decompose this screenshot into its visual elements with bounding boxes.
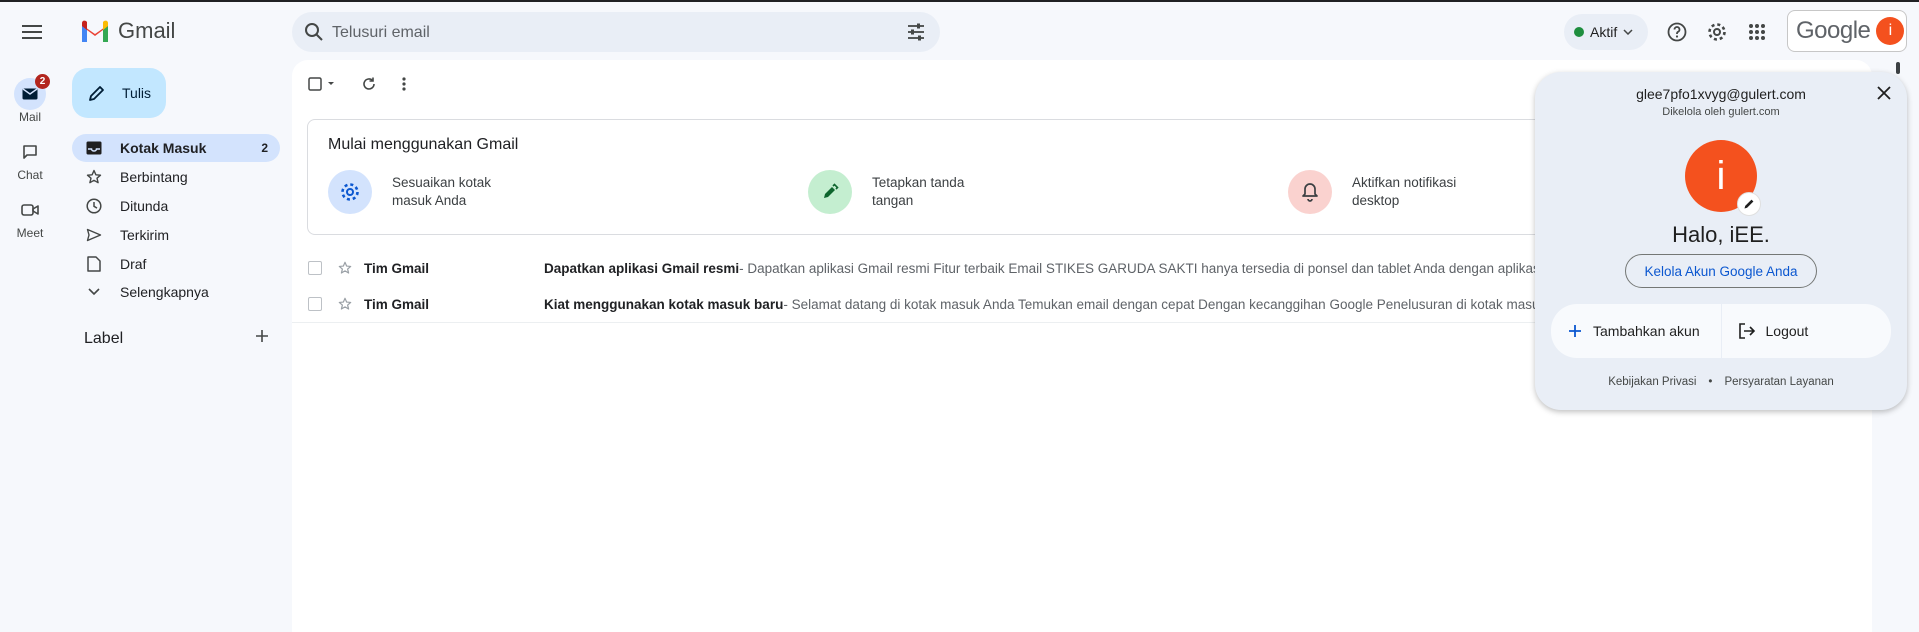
hamburger-icon xyxy=(22,25,42,39)
nav-drafts[interactable]: Draf xyxy=(72,250,280,278)
star-icon[interactable] xyxy=(338,297,352,311)
nav-label: Kotak Masuk xyxy=(120,140,207,156)
logout-button[interactable]: Logout xyxy=(1722,304,1892,358)
refresh-icon[interactable] xyxy=(361,74,377,94)
privacy-link[interactable]: Kebijakan Privasi xyxy=(1608,376,1696,388)
nav-label: Draf xyxy=(120,256,147,272)
google-account-button[interactable]: Google i xyxy=(1787,10,1907,52)
feature-text: Sesuaikan kotak masuk Anda xyxy=(392,175,492,208)
star-icon xyxy=(84,169,104,185)
nav-label: Terkirim xyxy=(120,227,169,243)
terms-link[interactable]: Persyaratan Layanan xyxy=(1724,376,1833,388)
logout-icon xyxy=(1738,323,1755,339)
add-account-label: Tambahkan akun xyxy=(1593,323,1700,339)
status-dot xyxy=(1574,27,1584,37)
scrollbar[interactable] xyxy=(1896,62,1900,74)
help-icon[interactable] xyxy=(1663,18,1691,46)
feature-text: Tetapkan tanda tangan xyxy=(872,175,965,208)
clock-icon xyxy=(84,198,104,214)
feature-customize-inbox[interactable]: Sesuaikan kotak masuk Anda xyxy=(328,170,512,214)
account-email: glee7pfo1xvyg@gulert.com xyxy=(1636,86,1806,102)
account-popup: glee7pfo1xvyg@gulert.com Dikelola oleh g… xyxy=(1535,72,1907,410)
search-input[interactable] xyxy=(330,12,874,54)
mail-icon: 2 xyxy=(14,74,50,110)
nav-label: Ditunda xyxy=(120,198,169,214)
email-snippet: - Dapatkan aplikasi Gmail resmi Fitur te… xyxy=(739,260,1619,276)
gmail-m-icon xyxy=(82,20,108,42)
inbox-icon xyxy=(84,141,104,155)
chevron-down-icon xyxy=(84,288,104,296)
status-label: Aktif xyxy=(1590,24,1618,40)
rail-chat[interactable]: Chat xyxy=(0,136,60,182)
nav-label: Selengkapnya xyxy=(120,284,209,300)
email-sender: Tim Gmail xyxy=(364,260,430,276)
avatar: i xyxy=(1876,17,1905,45)
star-icon[interactable] xyxy=(338,261,352,275)
unread-count: 2 xyxy=(261,141,268,155)
chevron-down-icon xyxy=(1623,29,1633,35)
card-title: Mulai menggunakan Gmail xyxy=(328,136,519,153)
compose-label: Tulis xyxy=(122,85,152,101)
feature-notifications[interactable]: Aktifkan notifikasi desktop xyxy=(1288,170,1472,214)
row-checkbox[interactable] xyxy=(308,261,322,275)
main-menu-button[interactable] xyxy=(18,18,46,46)
gmail-logo[interactable]: Gmail xyxy=(80,18,175,44)
managed-by-text: Dikelola oleh gulert.com xyxy=(1662,106,1780,118)
email-subject: Kiat menggunakan kotak masuk baru xyxy=(544,296,784,312)
rail-label: Mail xyxy=(18,110,41,124)
status-selector[interactable]: Aktif xyxy=(1564,14,1648,50)
plus-icon xyxy=(1569,325,1581,337)
manage-account-button[interactable]: Kelola Akun Google Anda xyxy=(1625,254,1817,288)
pen-icon xyxy=(808,170,852,214)
nav-snoozed[interactable]: Ditunda xyxy=(72,192,280,220)
nav-sent[interactable]: Terkirim xyxy=(72,221,280,249)
feature-text: Aktifkan notifikasi desktop xyxy=(1352,175,1457,208)
more-vert-icon[interactable] xyxy=(401,74,407,94)
compose-button[interactable]: Tulis xyxy=(72,68,166,118)
rail-meet[interactable]: Meet xyxy=(0,194,60,240)
rail-mail[interactable]: 2 Mail xyxy=(0,74,60,124)
labels-heading: Label xyxy=(84,330,124,347)
bell-icon xyxy=(1288,170,1332,214)
email-subject: Dapatkan aplikasi Gmail resmi xyxy=(544,260,740,276)
email-sender: Tim Gmail xyxy=(364,296,430,312)
send-icon xyxy=(84,228,104,242)
apps-grid-icon[interactable] xyxy=(1743,18,1771,46)
nav-inbox[interactable]: Kotak Masuk 2 xyxy=(72,134,280,162)
rail-label: Chat xyxy=(17,168,43,182)
footer-separator: • xyxy=(1708,376,1713,388)
settings-gear-icon[interactable] xyxy=(1703,18,1731,46)
greeting: Halo, iEE. xyxy=(1672,222,1770,247)
app-name: Gmail xyxy=(118,18,176,43)
add-label-icon[interactable] xyxy=(254,328,270,344)
nav-starred[interactable]: Berbintang xyxy=(72,163,280,191)
video-icon xyxy=(14,194,46,226)
account-actions: Tambahkan akun Logout xyxy=(1551,304,1891,358)
email-snippet: - Selamat datang di kotak masuk Anda Tem… xyxy=(783,296,1596,312)
logout-label: Logout xyxy=(1765,323,1809,339)
google-wordmark: Google xyxy=(1796,17,1871,44)
nav-more[interactable]: Selengkapnya xyxy=(72,278,280,306)
row-checkbox[interactable] xyxy=(308,297,322,311)
close-icon[interactable] xyxy=(1877,86,1891,100)
draft-icon xyxy=(84,256,104,272)
unread-badge: 2 xyxy=(35,74,50,89)
pencil-icon xyxy=(89,86,104,101)
rail-label: Meet xyxy=(16,226,44,240)
gear-icon xyxy=(328,170,372,214)
select-all-checkbox[interactable] xyxy=(308,74,338,94)
feature-signature[interactable]: Tetapkan tanda tangan xyxy=(808,170,992,214)
search-bar[interactable] xyxy=(292,12,940,54)
add-account-button[interactable]: Tambahkan akun xyxy=(1551,304,1721,358)
nav-label: Berbintang xyxy=(120,169,188,185)
search-filter-icon[interactable] xyxy=(906,22,926,42)
popup-footer: Kebijakan Privasi • Persyaratan Layanan xyxy=(1535,376,1907,388)
getting-started-card: Mulai menggunakan Gmail Sesuaikan kotak … xyxy=(307,119,1607,235)
chat-icon xyxy=(14,136,46,168)
search-icon[interactable] xyxy=(304,22,324,42)
edit-avatar-icon[interactable] xyxy=(1737,192,1761,216)
